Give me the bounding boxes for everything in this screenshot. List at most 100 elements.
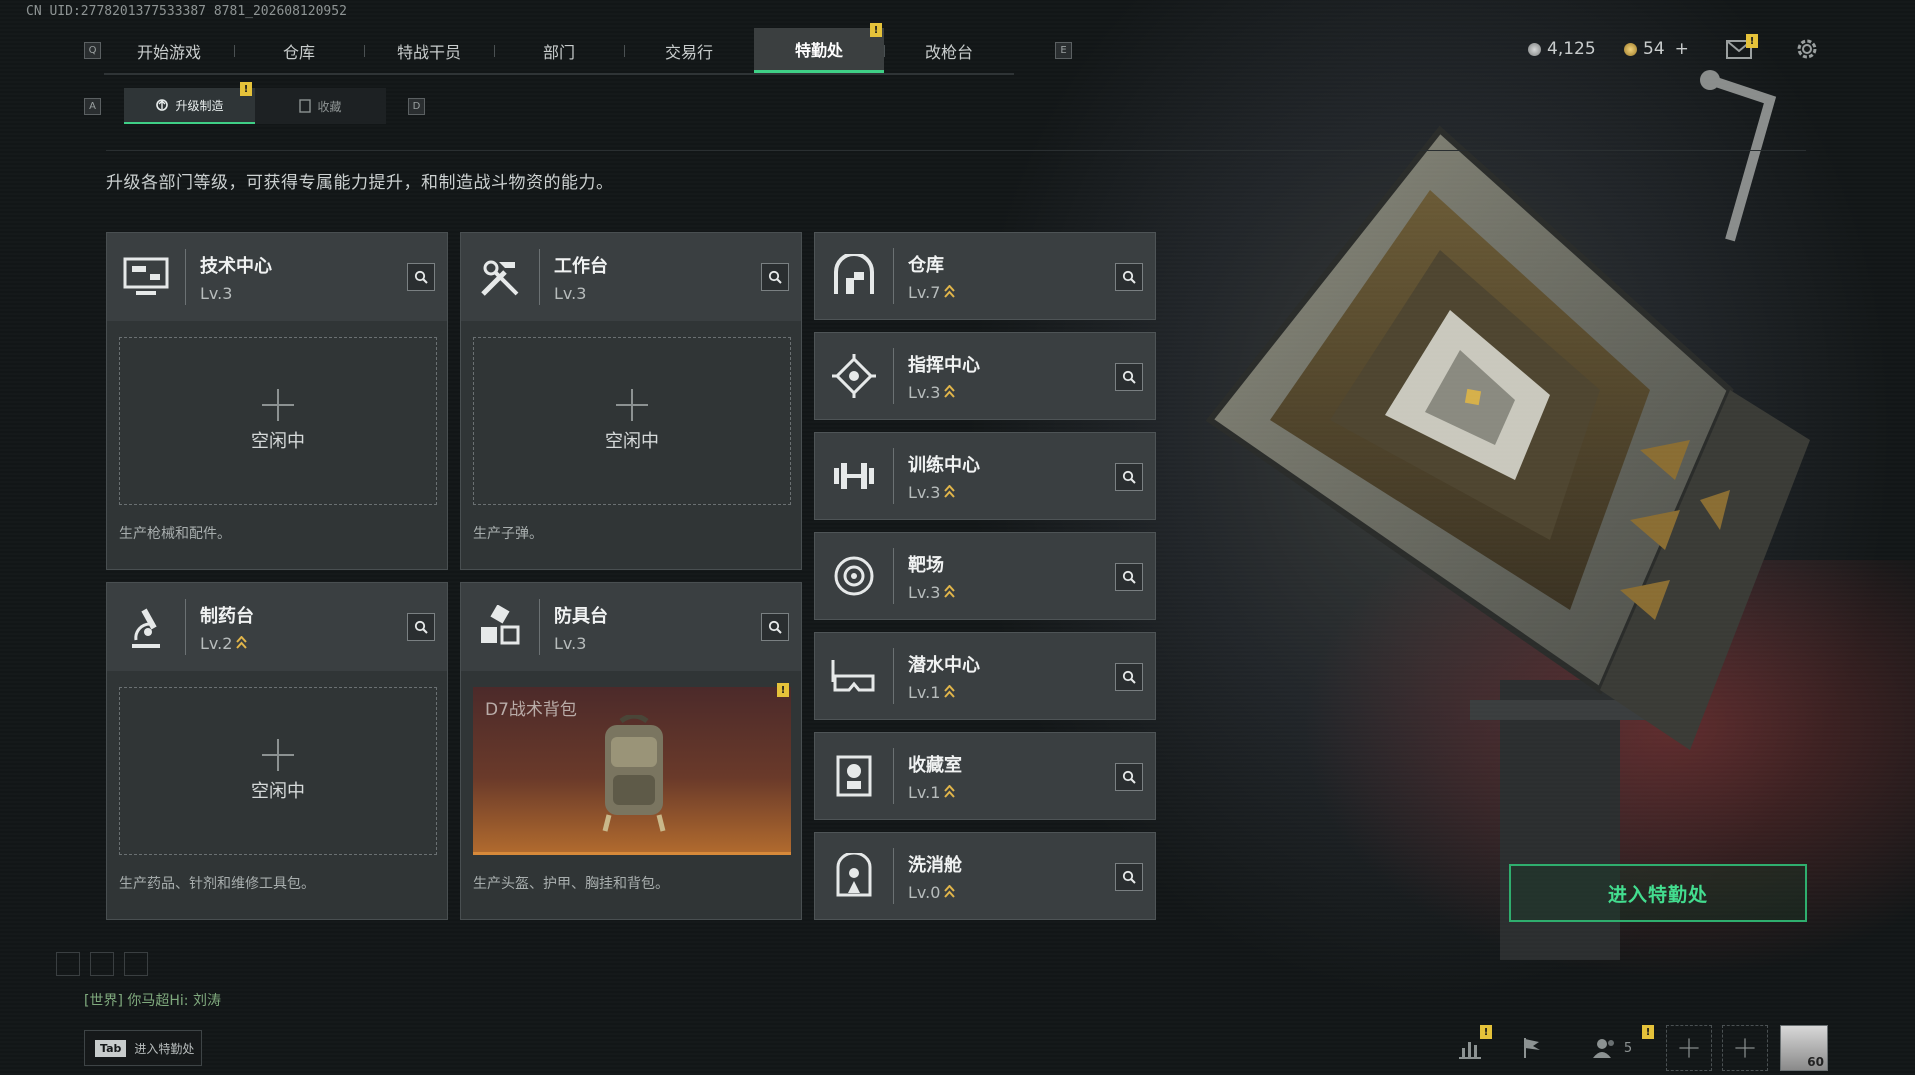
inspect-button[interactable] [407,263,435,291]
department-card[interactable]: 潜水中心 Lv.1 [814,632,1156,720]
team-slot-add[interactable] [1722,1025,1768,1071]
department-card[interactable]: 靶场 Lv.3 [814,532,1156,620]
tab-departments[interactable]: 部门 [494,28,624,73]
card-title: 工作台 [554,255,608,277]
department-level-text: Lv.1 [908,782,941,802]
tab-operators[interactable]: 特战干员 [364,28,494,73]
tab-special-ops[interactable]: 特勤处 ! [754,23,884,73]
subtab-upgrade-craft[interactable]: 升级制造 ! [124,82,255,124]
gold-amount: 54 [1643,39,1665,59]
inspect-button[interactable] [761,613,789,641]
product-slot[interactable]: D7战术背包 ! [473,683,791,855]
cubes-icon [461,583,539,671]
warehouse-icon [815,232,893,320]
subtab-collection-label: 收藏 [317,99,342,114]
nav-right-key[interactable]: E [1055,42,1072,59]
department-card[interactable]: 收藏室 Lv.1 [814,732,1156,820]
card-title: 技术中心 [200,255,272,277]
tab-start-game[interactable]: 开始游戏 [104,28,234,73]
card-level: Lv.3 [554,634,608,653]
settings-button[interactable] [1794,36,1820,66]
collection-icon [299,99,312,113]
level-up-icon [236,636,248,649]
card-title: 制药台 [200,605,254,627]
add-gold-button[interactable]: + [1675,39,1689,59]
inspect-button[interactable] [1115,863,1143,891]
layout-buttons [56,952,148,976]
nav-left-key[interactable]: Q [84,42,101,59]
expand-icon[interactable] [90,952,114,976]
level-up-icon [944,785,956,798]
department-card[interactable]: 指挥中心 Lv.3 [814,332,1156,420]
production-card-pharmacy[interactable]: 制药台 Lv.2 空闲中 生产药品、针剂和维修工具包。 [106,582,448,920]
department-card[interactable]: 洗消舱 Lv.0 [814,832,1156,920]
plus-icon [262,389,294,421]
idle-slot[interactable]: 空闲中 [119,687,437,855]
card-title: 防具台 [554,605,608,627]
separator [185,249,186,305]
tab-trading[interactable]: 交易行 [624,28,754,73]
department-level: Lv.3 [908,383,980,402]
search-icon [1122,270,1136,284]
expand-icon[interactable] [56,952,80,976]
friends-icon [1592,1039,1614,1058]
flag-button[interactable] [1512,1025,1552,1071]
stats-button[interactable]: ! [1450,1025,1492,1071]
inspect-button[interactable] [1115,363,1143,391]
upgrade-icon [156,99,169,111]
inspect-button[interactable] [761,263,789,291]
inspect-button[interactable] [1115,663,1143,691]
level-up-icon [944,585,956,598]
expand-icon[interactable] [124,952,148,976]
inspect-button[interactable] [407,613,435,641]
production-card-workbench[interactable]: 工作台 Lv.3 空闲中 生产子弹。 [460,232,802,570]
card-level-text: Lv.3 [554,633,587,653]
inspect-button[interactable] [1115,563,1143,591]
idle-slot[interactable]: 空闲中 [119,337,437,505]
gold-currency: 54 + [1624,39,1689,59]
player-avatar[interactable]: 60 [1780,1025,1828,1071]
department-level: Lv.1 [908,783,962,802]
plus-icon [1735,1038,1755,1058]
target-icon [815,532,893,620]
search-icon [768,620,782,634]
card-level-text: Lv.3 [554,283,587,303]
separator [893,248,894,304]
department-name: 仓库 [908,254,944,276]
production-card-armor-bench[interactable]: 防具台 Lv.3 D7战术背包 ! 生产头盔、护甲、胸挂和背包。 [460,582,802,920]
tab-warehouse[interactable]: 仓库 [234,28,364,73]
divider [106,150,1806,151]
department-level-text: Lv.3 [908,582,941,602]
level-up-icon [944,485,956,498]
card-description: 生产头盔、护甲、胸挂和背包。 [473,876,669,892]
microscope-icon [107,583,185,671]
subtab-collection[interactable]: 收藏 [255,88,386,124]
inspect-button[interactable] [1115,763,1143,791]
card-level: Lv.3 [200,284,272,303]
inspect-button[interactable] [1115,463,1143,491]
subtab-right-key[interactable]: D [408,98,425,115]
department-card[interactable]: 训练中心 Lv.3 [814,432,1156,520]
tab-hint[interactable]: Tab 进入特勤处 [84,1030,202,1066]
tab-gunsmith[interactable]: 改枪台 [884,28,1014,73]
computer-icon [107,233,185,321]
enter-special-ops-button[interactable]: 进入特勤处 [1509,864,1807,922]
plus-icon [1679,1038,1699,1058]
inspect-button[interactable] [1115,263,1143,291]
card-header: 技术中心 Lv.3 [107,233,447,321]
department-card[interactable]: 仓库 Lv.7 [814,232,1156,320]
subtab-upgrade-label: 升级制造 [175,98,224,113]
department-name: 训练中心 [908,454,980,476]
department-level-text: Lv.3 [908,382,941,402]
product-name: D7战术背包 [485,700,577,720]
department-level: Lv.0 [908,883,962,902]
department-level: Lv.7 [908,283,956,302]
production-card-tech-center[interactable]: 技术中心 Lv.3 空闲中 生产枪械和配件。 [106,232,448,570]
team-slot-add[interactable] [1666,1025,1712,1071]
subtab-left-key[interactable]: A [84,98,101,115]
friends-button[interactable]: 5 ! [1582,1025,1654,1071]
mail-button[interactable]: ! [1726,34,1758,60]
idle-slot[interactable]: 空闲中 [473,337,791,505]
world-chat-message[interactable]: [世界] 你马超Hi: 刘涛 [84,990,221,1010]
department-name: 靶场 [908,554,944,576]
